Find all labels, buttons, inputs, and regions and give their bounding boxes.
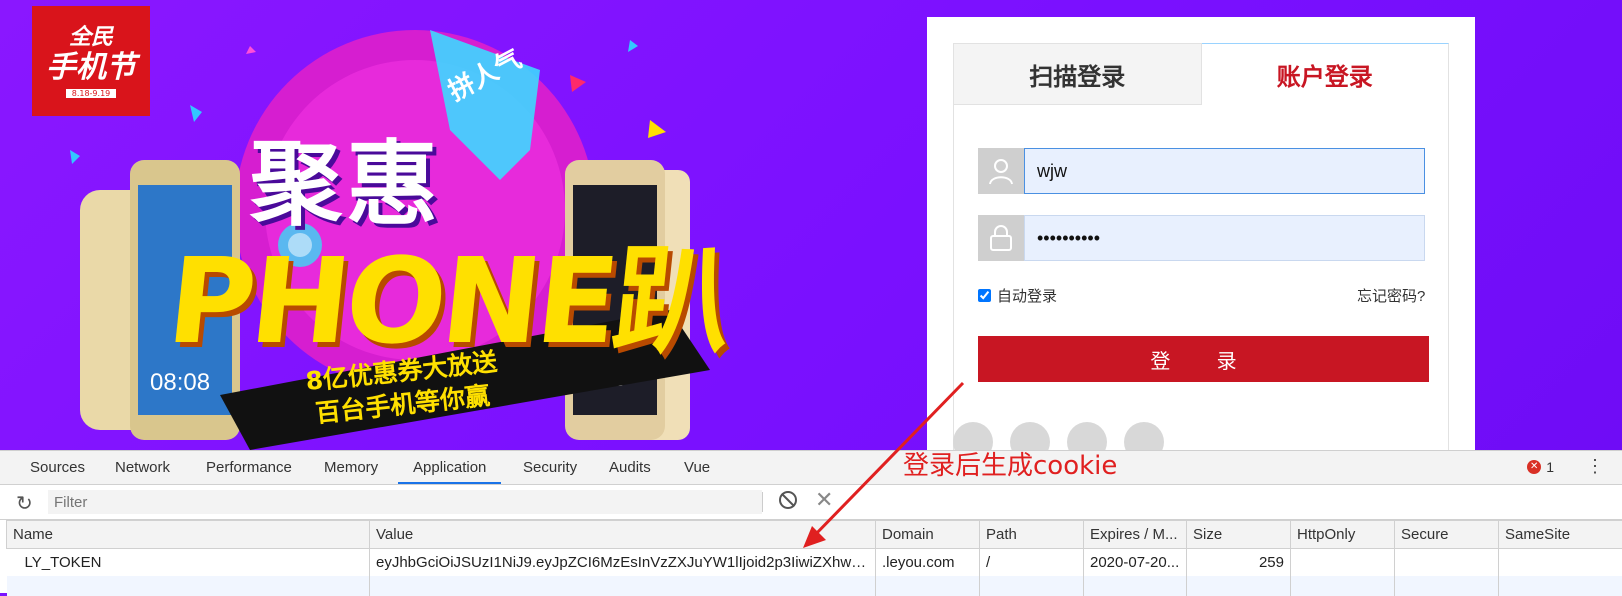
column-header[interactable]: Domain bbox=[876, 521, 980, 549]
forgot-password-link[interactable]: 忘记密码? bbox=[1357, 285, 1425, 306]
filter-input[interactable] bbox=[48, 490, 762, 514]
tab-vue[interactable]: Vue bbox=[684, 451, 710, 484]
tab-network[interactable]: Network bbox=[115, 451, 170, 484]
column-header[interactable]: Secure bbox=[1395, 521, 1499, 549]
cookie-expires: 2020-07-20... bbox=[1084, 549, 1187, 577]
more-options-icon[interactable]: ⋮ bbox=[1586, 457, 1604, 475]
error-counter[interactable]: ✕ 1 bbox=[1527, 459, 1554, 475]
annotation-text: 登录后生成cookie bbox=[903, 445, 1117, 482]
tab-scan-login[interactable]: 扫描登录 bbox=[953, 43, 1202, 105]
column-header[interactable]: Expires / M... bbox=[1084, 521, 1187, 549]
cookie-domain: .leyou.com bbox=[876, 549, 980, 577]
column-header[interactable]: Size bbox=[1187, 521, 1291, 549]
cookie-value: eyJhbGciOiJSUzI1NiJ9.eyJpZCI6MzEsInVzZXJ… bbox=[370, 549, 876, 577]
cookie-secure bbox=[1395, 549, 1499, 577]
username-input[interactable] bbox=[1024, 148, 1425, 194]
clear-all-icon[interactable] bbox=[779, 491, 797, 509]
table-row[interactable]: LY_TOKEN eyJhbGciOiJSUzI1NiJ9.eyJpZCI6Mz… bbox=[7, 549, 1622, 577]
login-panel: 扫描登录 账户登录 自动登录 忘记密码? 登 录 bbox=[927, 17, 1475, 450]
cookie-path: / bbox=[980, 549, 1084, 577]
column-header[interactable]: Value bbox=[370, 521, 876, 549]
error-count: 1 bbox=[1546, 459, 1554, 475]
auto-login-label: 自动登录 bbox=[997, 285, 1057, 306]
password-input[interactable] bbox=[1024, 215, 1425, 261]
cookie-samesite bbox=[1499, 549, 1622, 577]
column-header[interactable]: Path bbox=[980, 521, 1084, 549]
auto-login-option[interactable]: 自动登录 bbox=[978, 285, 1057, 306]
lock-icon bbox=[978, 215, 1024, 261]
cookies-toolbar: ↻ ✕ bbox=[0, 485, 1622, 520]
column-header[interactable]: SameSite bbox=[1499, 521, 1622, 549]
table-header-row: Name Value Domain Path Expires / M... Si… bbox=[7, 521, 1622, 549]
tab-security[interactable]: Security bbox=[523, 451, 577, 484]
tab-memory[interactable]: Memory bbox=[324, 451, 378, 484]
toolbar-divider bbox=[762, 492, 763, 512]
error-icon: ✕ bbox=[1527, 460, 1541, 474]
user-icon bbox=[978, 148, 1024, 194]
auto-login-checkbox[interactable] bbox=[978, 289, 991, 302]
tab-performance[interactable]: Performance bbox=[206, 451, 292, 484]
tab-audits[interactable]: Audits bbox=[609, 451, 651, 484]
table-row-empty bbox=[7, 576, 1622, 596]
cookie-name: LY_TOKEN bbox=[7, 549, 370, 577]
cookie-size: 259 bbox=[1187, 549, 1291, 577]
column-header[interactable]: Name bbox=[7, 521, 370, 549]
cookies-table: Name Value Domain Path Expires / M... Si… bbox=[6, 520, 1622, 596]
column-header[interactable]: HttpOnly bbox=[1291, 521, 1395, 549]
tab-account-login[interactable]: 账户登录 bbox=[1202, 43, 1450, 105]
password-field bbox=[978, 215, 1425, 261]
devtools-tabbar: Sources Network Performance Memory Appli… bbox=[0, 451, 1622, 485]
tab-sources[interactable]: Sources bbox=[30, 451, 85, 484]
devtools-panel: Sources Network Performance Memory Appli… bbox=[0, 450, 1622, 593]
refresh-icon[interactable]: ↻ bbox=[16, 491, 33, 516]
login-tabs: 扫描登录 账户登录 bbox=[953, 43, 1449, 105]
username-field bbox=[978, 148, 1425, 194]
cookie-httponly bbox=[1291, 549, 1395, 577]
login-button[interactable]: 登 录 bbox=[978, 336, 1429, 382]
delete-selected-icon[interactable]: ✕ bbox=[815, 487, 833, 513]
tab-application[interactable]: Application bbox=[398, 451, 501, 484]
